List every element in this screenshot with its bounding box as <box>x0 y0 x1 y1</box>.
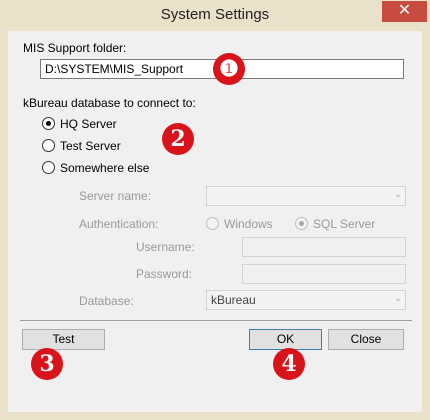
hq-server-radio[interactable] <box>42 117 55 130</box>
window-close-button[interactable]: ✕ <box>382 1 427 22</box>
chevron-down-icon: ⌄ <box>394 293 403 304</box>
auth-windows-radio[interactable] <box>206 217 219 230</box>
separator-line <box>20 320 412 321</box>
server-name-combo[interactable] <box>206 186 406 206</box>
test-button[interactable]: Test <box>22 329 105 350</box>
database-target-label: kBureau database to connect to: <box>23 96 196 110</box>
settings-window: System Settings ✕ MIS Support folder: D:… <box>0 0 430 420</box>
test-server-label[interactable]: Test Server <box>60 139 121 153</box>
callout-badge-1: ❶ <box>213 53 245 85</box>
username-label: Username: <box>136 240 195 254</box>
ok-button[interactable]: OK <box>249 329 322 350</box>
username-input[interactable] <box>242 237 406 257</box>
test-server-radio[interactable] <box>42 139 55 152</box>
password-label: Password: <box>136 267 193 281</box>
radio-selected-dot <box>46 121 51 126</box>
callout-badge-4: 4 <box>273 348 305 380</box>
window-title: System Settings <box>160 6 270 23</box>
authentication-label: Authentication: <box>79 217 159 231</box>
mis-folder-label: MIS Support folder: <box>23 41 127 55</box>
auth-sql-server-label[interactable]: SQL Server <box>313 217 375 231</box>
auth-sql-server-radio[interactable] <box>295 217 308 230</box>
database-combo[interactable]: kBureau <box>206 290 406 310</box>
callout-badge-3: 3 <box>31 348 63 380</box>
title-bar[interactable]: System Settings ✕ <box>0 0 430 30</box>
auth-windows-label[interactable]: Windows <box>224 217 273 231</box>
server-name-label: Server name: <box>79 189 152 203</box>
chevron-down-icon: ⌄ <box>394 189 403 200</box>
dialog-body: MIS Support folder: D:\SYSTEM\MIS_Suppor… <box>8 31 422 412</box>
somewhere-else-radio[interactable] <box>42 161 55 174</box>
callout-badge-2: 2 <box>162 123 194 155</box>
password-input[interactable] <box>242 264 406 284</box>
hq-server-label[interactable]: HQ Server <box>60 117 117 131</box>
close-button[interactable]: Close <box>328 329 404 350</box>
database-label: Database: <box>79 294 134 308</box>
radio-selected-dot <box>299 221 304 226</box>
somewhere-else-label[interactable]: Somewhere else <box>60 161 149 175</box>
